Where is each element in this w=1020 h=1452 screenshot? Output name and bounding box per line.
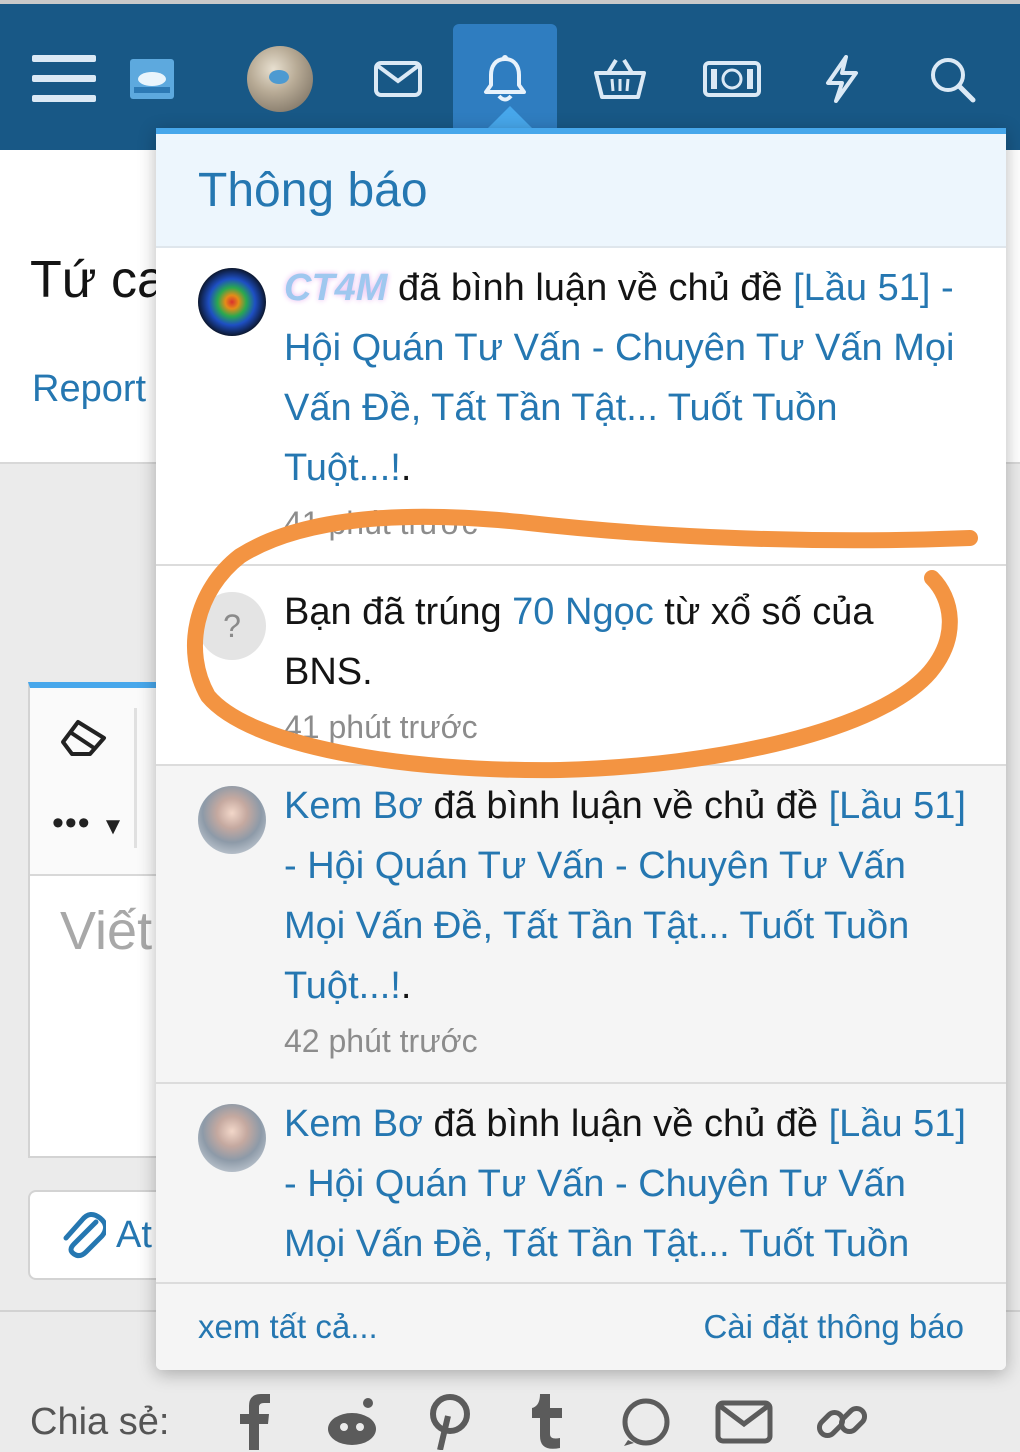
- notification-time: 41 phút trước: [284, 505, 478, 541]
- notification-text: Kem Bơ đã bình luận về chủ đề [Lầu 51] -…: [284, 1103, 966, 1265]
- site-logo-button[interactable]: [100, 24, 204, 134]
- notification-time: 41 phút trước: [284, 709, 478, 745]
- notification-item[interactable]: Kem Bơ đã bình luận về chủ đề [Lầu 51] -…: [156, 1084, 1006, 1294]
- lightning-icon: [826, 55, 858, 103]
- notification-time: 42 phút trước: [284, 1023, 478, 1059]
- username-link[interactable]: Kem Bơ: [284, 785, 423, 827]
- search-icon: [931, 58, 976, 103]
- basket-icon: [594, 58, 646, 99]
- notification-settings-link[interactable]: Cài đặt thông báo: [703, 1308, 964, 1346]
- currency-button[interactable]: [680, 24, 784, 134]
- link-icon[interactable]: [793, 1394, 891, 1450]
- share-row: Chia sẻ:: [30, 1392, 1020, 1452]
- notification-item[interactable]: ? Bạn đã trúng 70 Ngọc từ xổ số của BNS.…: [156, 566, 1006, 766]
- email-icon[interactable]: [695, 1400, 793, 1444]
- inbox-button[interactable]: [346, 24, 450, 134]
- editor-placeholder: Viết: [60, 901, 153, 961]
- whatsapp-icon[interactable]: [597, 1396, 695, 1448]
- bell-icon: [484, 55, 526, 102]
- popup-header: Thông báo: [156, 134, 1006, 248]
- popup-footer: xem tất cả... Cài đặt thông báo: [156, 1282, 1006, 1370]
- caret-down-icon: ▼: [101, 813, 126, 840]
- user-avatar[interactable]: [198, 268, 266, 336]
- popup-title: Thông báo: [198, 163, 428, 217]
- search-button[interactable]: [900, 24, 1004, 134]
- report-link[interactable]: Report: [32, 368, 146, 411]
- facebook-icon[interactable]: [205, 1394, 303, 1450]
- paperclip-icon: [63, 1212, 106, 1259]
- username-link[interactable]: Kem Bơ: [284, 1103, 423, 1145]
- whats-new-button[interactable]: [790, 24, 894, 134]
- notification-text: Kem Bơ đã bình luận về chủ đề [Lầu 51] -…: [284, 785, 966, 1007]
- notification-item[interactable]: Kem Bơ đã bình luận về chủ đề [Lầu 51] -…: [156, 766, 1006, 1084]
- tumblr-icon[interactable]: [499, 1394, 597, 1450]
- unknown-avatar: ?: [198, 592, 266, 660]
- inbox-icon: [374, 61, 422, 97]
- user-avatar[interactable]: [198, 786, 266, 854]
- reward-link[interactable]: 70 Ngọc: [512, 591, 654, 633]
- notification-text: CT4M đã bình luận về chủ đề [Lầu 51] - H…: [284, 267, 955, 489]
- user-avatar[interactable]: [198, 1104, 266, 1172]
- share-label: Chia sẻ:: [30, 1400, 170, 1443]
- logo-icon: [130, 59, 174, 99]
- popup-caret: [488, 106, 532, 128]
- account-button[interactable]: [228, 24, 332, 134]
- pinterest-icon[interactable]: [401, 1394, 499, 1450]
- notification-text: Bạn đã trúng 70 Ngọc từ xổ số của BNS.: [284, 591, 874, 693]
- notifications-popup: Thông báo CT4M đã bình luận về chủ đề [L…: [156, 128, 1006, 1370]
- view-all-link[interactable]: xem tất cả...: [198, 1308, 378, 1346]
- shop-button[interactable]: [568, 24, 672, 134]
- username-link[interactable]: CT4M: [284, 267, 387, 309]
- attach-label: At: [116, 1213, 152, 1256]
- more-options-button[interactable]: ••• ▼: [52, 804, 126, 843]
- page-title: Tứ ca: [30, 251, 166, 309]
- notification-item[interactable]: CT4M đã bình luận về chủ đề [Lầu 51] - H…: [156, 248, 1006, 566]
- money-icon: [703, 61, 761, 97]
- eraser-icon[interactable]: [60, 718, 108, 758]
- avatar: [247, 46, 313, 112]
- toolbar-divider: [134, 708, 137, 848]
- menu-icon: [32, 55, 96, 102]
